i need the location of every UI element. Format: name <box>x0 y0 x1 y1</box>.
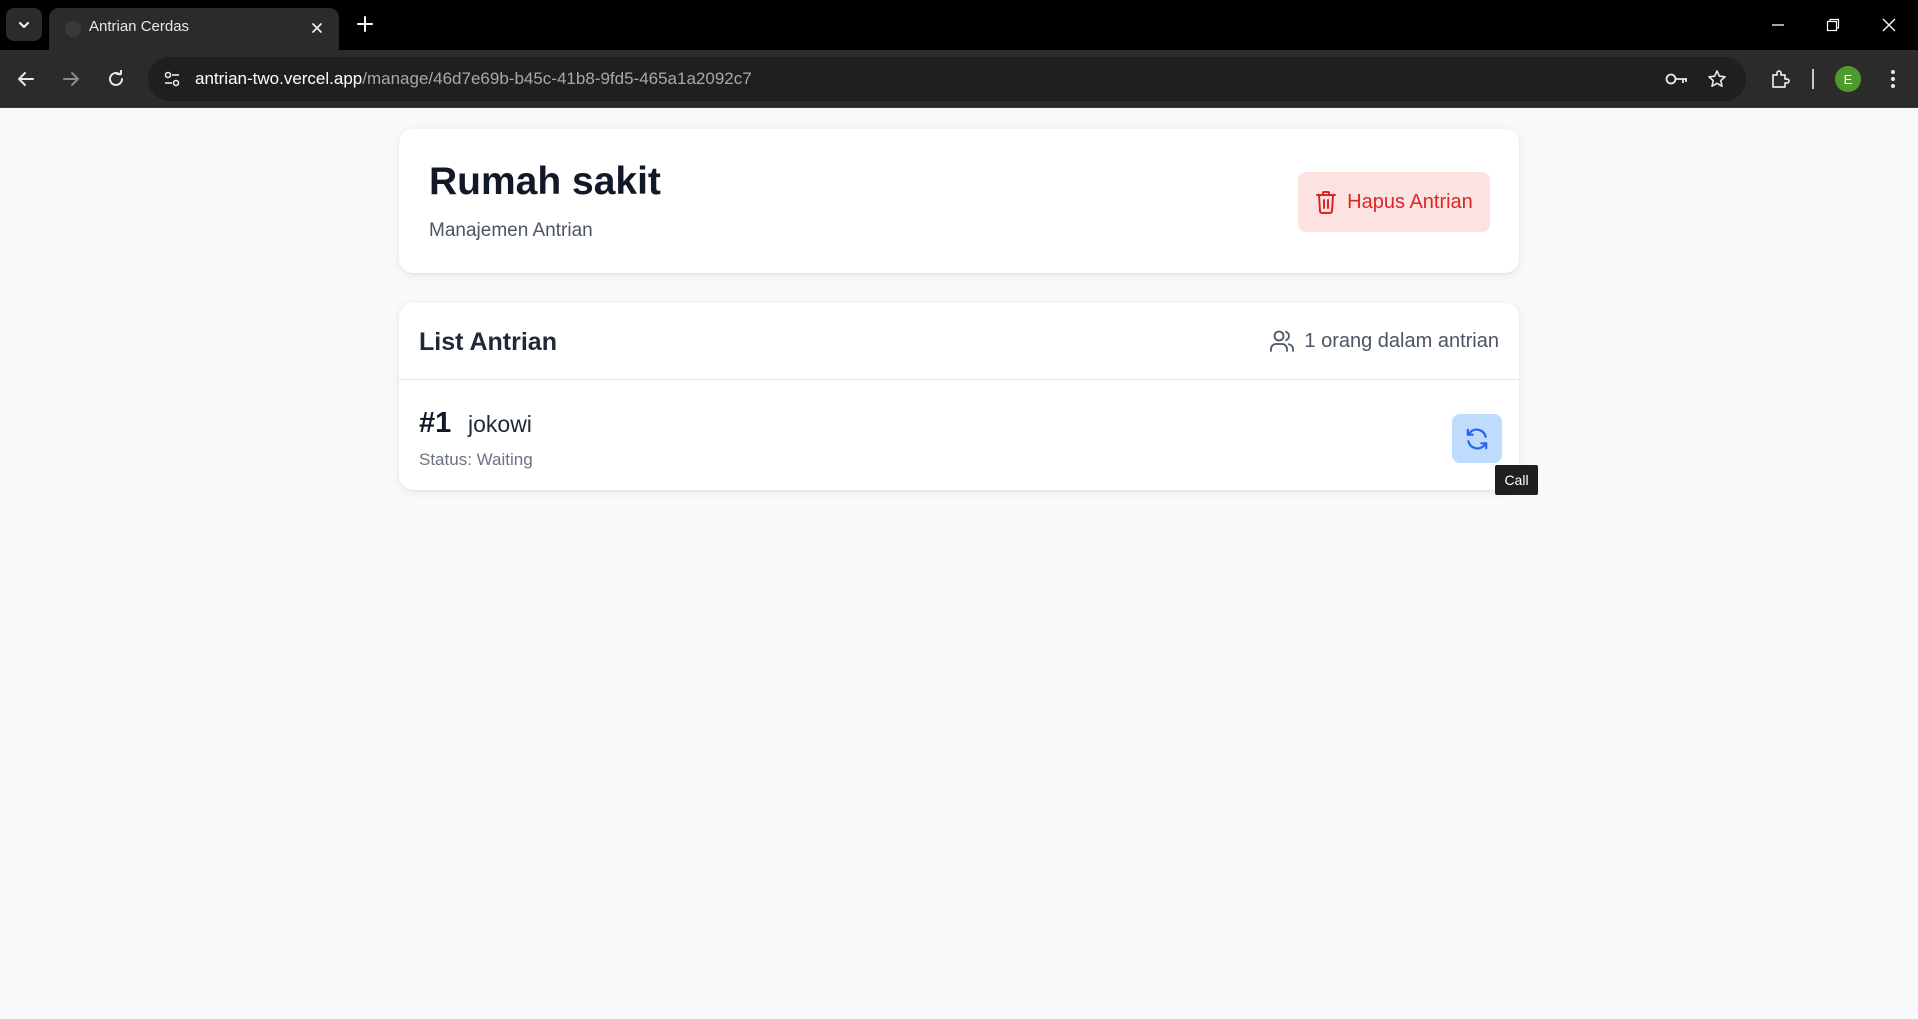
url-path: /manage/46d7e69b-b45c-41b8-9fd5-465a1a20… <box>362 69 752 88</box>
tab-title: Antrian Cerdas <box>89 18 190 35</box>
queue-count-text: 1 orang dalam antrian <box>1304 330 1499 352</box>
queue-list-header: List Antrian 1 orang dalam antrian <box>399 303 1519 380</box>
reload-button[interactable] <box>100 63 132 95</box>
queue-list-title: List Antrian <box>419 328 557 356</box>
key-icon <box>1665 73 1687 85</box>
puzzle-icon <box>1772 70 1790 88</box>
window-close-button[interactable] <box>1874 10 1904 40</box>
queue-count: 1 orang dalam antrian <box>1270 329 1499 353</box>
favicon-icon <box>65 21 81 37</box>
page-subtitle: Manajemen Antrian <box>429 220 593 241</box>
restore-button[interactable] <box>1818 10 1848 40</box>
header-card: Rumah sakit Manajemen Antrian Hapus Antr… <box>399 129 1519 273</box>
users-icon <box>1270 330 1295 352</box>
tune-icon <box>164 71 180 87</box>
delete-queue-button[interactable]: Hapus Antrian <box>1298 172 1490 232</box>
address-bar[interactable]: antrian-two.vercel.app/manage/46d7e69b-b… <box>148 57 1746 101</box>
queue-item-number: #1 <box>419 407 452 439</box>
queue-item: #1 jokowi Status: Waiting <box>399 381 1519 490</box>
delete-queue-label: Hapus Antrian <box>1347 190 1473 213</box>
page-title: Rumah sakit <box>429 160 661 203</box>
browser-tab[interactable]: Antrian Cerdas <box>49 8 339 50</box>
chevron-down-icon <box>19 21 29 28</box>
queue-list-card: List Antrian 1 orang dalam antrian #1 jo… <box>399 303 1519 490</box>
star-icon <box>1708 70 1726 87</box>
close-icon <box>1882 18 1896 32</box>
bookmark-star-button[interactable] <box>1703 65 1731 93</box>
browser-menu-button[interactable] <box>1878 64 1908 94</box>
extensions-button[interactable] <box>1765 64 1795 94</box>
call-button[interactable] <box>1452 414 1502 463</box>
password-key-button[interactable] <box>1663 65 1691 93</box>
tab-strip: Antrian Cerdas <box>0 0 1918 50</box>
plus-icon <box>357 16 373 32</box>
restore-icon <box>1826 18 1840 32</box>
queue-item-status: Status: Waiting <box>419 450 533 469</box>
new-tab-button[interactable] <box>352 11 378 37</box>
refresh-icon <box>1466 428 1488 449</box>
profile-avatar[interactable]: E <box>1835 66 1861 92</box>
url-host: antrian-two.vercel.app <box>195 69 363 88</box>
tab-close-button[interactable] <box>307 18 327 38</box>
toolbar-divider <box>1812 69 1814 89</box>
forward-button[interactable] <box>55 63 87 95</box>
url-text[interactable]: antrian-two.vercel.app/manage/46d7e69b-b… <box>195 68 752 90</box>
back-button[interactable] <box>10 63 42 95</box>
minimize-icon <box>1772 24 1784 26</box>
tab-search-button[interactable] <box>6 8 42 41</box>
trash-icon <box>1316 191 1337 214</box>
arrow-left-icon <box>18 72 34 86</box>
queue-item-name: jokowi <box>468 411 532 437</box>
site-info-button[interactable] <box>156 63 188 95</box>
call-tooltip: Call <box>1495 465 1538 495</box>
more-vertical-icon <box>1891 70 1895 88</box>
reload-icon <box>109 70 123 86</box>
minimize-button[interactable] <box>1763 10 1793 40</box>
close-icon <box>312 23 322 33</box>
arrow-right-icon <box>63 72 79 86</box>
browser-toolbar: antrian-two.vercel.app/manage/46d7e69b-b… <box>0 50 1918 108</box>
